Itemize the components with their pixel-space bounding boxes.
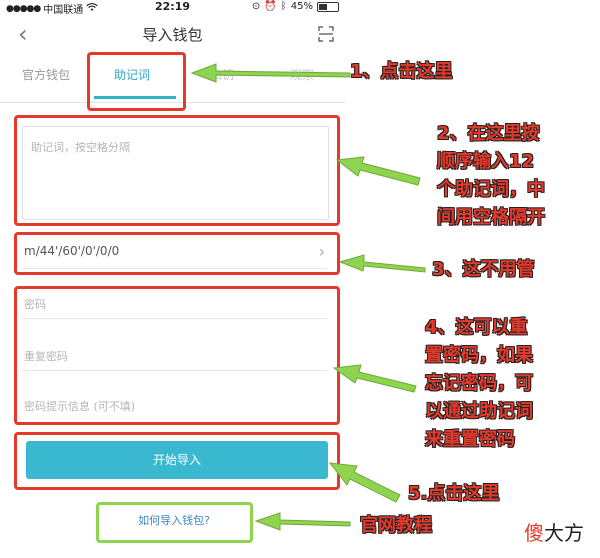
note-5: 5.点击这里 <box>408 483 500 504</box>
note-4-line: 置密码，如果 <box>425 345 533 366</box>
arrow-5 <box>328 462 401 503</box>
note-2-line: 个助记词，中 <box>437 179 545 200</box>
note-4-line: 4、这可以重 <box>425 317 528 338</box>
note-6: 官网教程 <box>360 515 432 536</box>
note-1: 1、点击这里 <box>350 61 453 82</box>
note-4: 4、这可以重 置密码，如果 忘记密码，可 以通过助记词 来重置密码 <box>425 314 533 454</box>
arrow-1 <box>190 63 351 83</box>
note-2-line: 2、在这里按 <box>437 123 540 144</box>
arrow-2 <box>335 156 421 186</box>
note-2: 2、在这里按 顺序输入12 个助记词，中 间用空格隔开 <box>437 120 545 232</box>
note-4-line: 忘记密码，可 <box>425 373 533 394</box>
watermark-part2: 大方 <box>544 521 584 545</box>
watermark-part1: 傻 <box>524 521 544 545</box>
arrow-3 <box>338 254 426 273</box>
note-3: 3、这不用管 <box>432 259 535 280</box>
note-4-line: 来重置密码 <box>425 429 515 450</box>
watermark: 傻 大方 <box>524 517 584 546</box>
arrow-4 <box>332 364 417 393</box>
arrow-6 <box>254 512 351 531</box>
note-4-line: 以通过助记词 <box>425 401 533 422</box>
note-2-line: 顺序输入12 <box>437 151 535 172</box>
note-2-line: 间用空格隔开 <box>437 207 545 228</box>
